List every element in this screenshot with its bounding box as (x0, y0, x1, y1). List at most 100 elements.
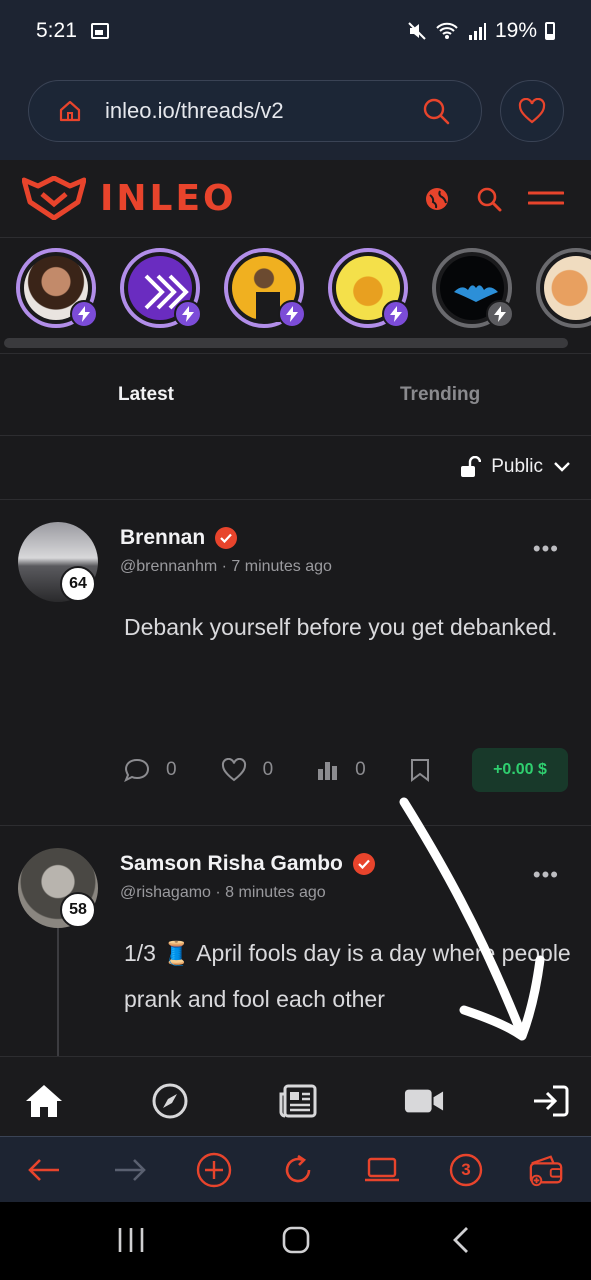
visibility-row: Public (0, 436, 591, 500)
thread-post[interactable]: 64 Brennan @brennanhm · 7 minutes ago ••… (0, 500, 591, 826)
nav-news[interactable] (278, 1081, 318, 1121)
menu-icon[interactable] (528, 190, 564, 210)
wifi-icon (436, 22, 458, 39)
reload-button[interactable] (280, 1152, 316, 1188)
image-notification-icon (90, 23, 109, 39)
heart-icon (518, 98, 546, 124)
forward-button[interactable] (112, 1152, 148, 1188)
heart-icon (221, 758, 246, 782)
battery-icon (545, 22, 555, 40)
nav-explore[interactable] (150, 1081, 190, 1121)
stories-carousel[interactable] (0, 238, 591, 354)
like-count: 0 (262, 759, 274, 780)
lion-logo-icon (22, 176, 86, 220)
url-text[interactable]: inleo.io/threads/v2 (105, 98, 284, 124)
thread-connector (57, 928, 59, 1056)
bar-chart-icon (318, 762, 338, 780)
post-meta: @rishagamo · 8 minutes ago (120, 884, 326, 901)
back-nav-icon[interactable] (450, 1226, 472, 1254)
like-button[interactable]: 0 (221, 758, 274, 782)
visibility-dropdown[interactable]: Public (459, 456, 571, 478)
stories-scrollbar[interactable] (4, 338, 568, 348)
lightning-icon (70, 300, 98, 328)
browser-chrome: 5:21 19% inleo.io/threads/v2 (0, 0, 591, 160)
feed-tabs: Latest Trending (0, 354, 591, 436)
desktop-view-button[interactable] (364, 1152, 400, 1188)
system-navigation (0, 1202, 591, 1280)
home-button-icon[interactable] (282, 1226, 310, 1254)
story-avatar[interactable] (328, 248, 410, 328)
story-avatar[interactable] (432, 248, 514, 328)
bookmark-icon[interactable] (410, 758, 430, 782)
back-button[interactable] (26, 1152, 62, 1188)
laptop-icon (365, 1157, 399, 1182)
nav-home[interactable] (24, 1081, 64, 1121)
address-bar[interactable]: inleo.io/threads/v2 (28, 80, 482, 142)
search-icon[interactable] (421, 96, 451, 126)
lightning-icon (486, 300, 514, 328)
status-right: 19% (407, 19, 555, 43)
lightning-icon (278, 300, 306, 328)
new-tab-button[interactable] (196, 1152, 232, 1188)
sign-in-icon (534, 1085, 569, 1117)
recent-apps-icon[interactable] (116, 1226, 146, 1254)
home-icon[interactable] (57, 98, 83, 124)
plus-circle-icon (196, 1152, 232, 1188)
comment-icon (124, 758, 150, 782)
tab-trending[interactable]: Trending (400, 384, 480, 406)
tip-button[interactable]: +0.00 $ (472, 748, 568, 792)
post-actions: 0 0 0 +0.00 $ (124, 748, 568, 792)
tabs-count: 3 (461, 1160, 471, 1179)
favorite-button[interactable] (500, 80, 564, 142)
nav-video[interactable] (404, 1081, 444, 1121)
nav-login[interactable] (530, 1081, 570, 1121)
lightning-icon (174, 300, 202, 328)
browser-toolbar: 3 (0, 1136, 591, 1202)
story-avatar[interactable] (120, 248, 202, 328)
view-count: 0 (355, 759, 366, 780)
wallet-icon (529, 1155, 563, 1187)
annotation-arrow-icon (399, 797, 545, 1041)
arrow-right-icon (115, 1159, 146, 1181)
comment-count: 0 (166, 759, 177, 780)
views-stat: 0 (317, 759, 366, 781)
video-camera-icon (404, 1089, 444, 1113)
newspaper-icon (279, 1084, 317, 1118)
story-avatar[interactable] (536, 248, 591, 328)
search-icon[interactable] (476, 186, 502, 212)
inleo-logo[interactable]: INLEO (22, 176, 237, 220)
unlock-icon (461, 456, 482, 477)
author-name[interactable]: Samson Risha Gambo (120, 852, 375, 876)
site-header: INLEO (0, 160, 591, 238)
reload-icon (285, 1154, 311, 1183)
author-name-text: Brennan (120, 526, 206, 549)
compass-icon (152, 1083, 188, 1119)
brand-name: INLEO (100, 177, 237, 219)
wallet-button[interactable] (528, 1152, 564, 1188)
post-text: Debank yourself before you get debanked. (124, 614, 558, 640)
reputation-badge: 64 (60, 566, 96, 602)
battery-percent: 19% (494, 19, 537, 42)
globe-icon[interactable] (424, 186, 450, 212)
mute-icon (408, 22, 426, 40)
app-bottom-nav (0, 1056, 591, 1136)
story-avatar[interactable] (16, 248, 98, 328)
lightning-icon (382, 300, 410, 328)
signal-icon (468, 23, 486, 40)
verified-icon (352, 853, 375, 875)
home-icon (26, 1085, 62, 1117)
status-time: 5:21 (36, 19, 77, 42)
author-name[interactable]: Brennan (120, 526, 238, 550)
visibility-label: Public (491, 456, 543, 477)
story-avatar[interactable] (224, 248, 306, 328)
avatar (544, 256, 591, 320)
verified-icon (215, 527, 238, 549)
tab-latest[interactable]: Latest (118, 384, 174, 406)
tabs-button[interactable]: 3 (448, 1152, 484, 1188)
author-name-text: Samson Risha Gambo (120, 852, 343, 875)
post-meta: @brennanhm · 7 minutes ago (120, 558, 332, 575)
status-bar: 5:21 19% (36, 14, 555, 48)
comment-button[interactable]: 0 (124, 758, 177, 782)
more-options-icon[interactable]: ••• (533, 536, 559, 562)
reputation-badge: 58 (60, 892, 96, 928)
